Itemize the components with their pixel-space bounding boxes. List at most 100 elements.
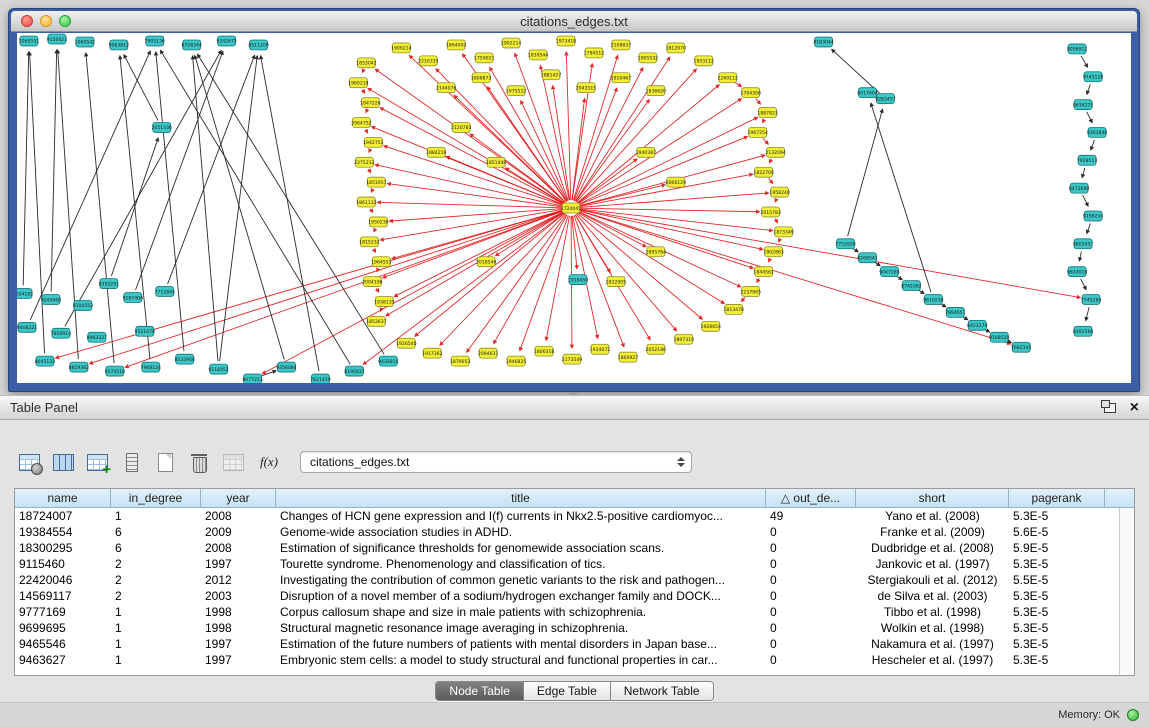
- graph-node[interactable]: 8268541: [857, 253, 878, 263]
- table-row[interactable]: 969969511998Structural magnetic resonanc…: [15, 620, 1134, 636]
- graph-node[interactable]: 9432815: [378, 356, 399, 366]
- graph-node[interactable]: 1897310: [674, 334, 695, 344]
- graph-node[interactable]: 1906214: [391, 43, 412, 53]
- graph-node[interactable]: 1873349: [773, 227, 794, 237]
- graph-node[interactable]: 1960218: [348, 78, 369, 88]
- network-canvas[interactable]: 1724041185304219602181847226206475219427…: [17, 33, 1131, 383]
- graph-node[interactable]: 1794308: [740, 88, 761, 98]
- float-panel-icon[interactable]: [1104, 403, 1116, 413]
- graph-node[interactable]: 9156234: [1083, 211, 1104, 221]
- tab-network-table[interactable]: Network Table: [610, 682, 713, 700]
- table-row[interactable]: 1938455462009Genome-wide association stu…: [15, 524, 1134, 540]
- graph-node[interactable]: 1910467: [611, 73, 632, 83]
- graph-node[interactable]: 2108837: [611, 40, 632, 50]
- graph-node[interactable]: 1832905: [606, 277, 627, 287]
- graph-node[interactable]: 2144076: [436, 83, 457, 93]
- graph-node[interactable]: 7712845: [155, 287, 176, 297]
- table-scrollbar[interactable]: [1119, 508, 1134, 675]
- column-header-2[interactable]: year: [201, 489, 276, 508]
- graph-node[interactable]: 9118452: [208, 364, 229, 374]
- graph-node[interactable]: 1884216: [426, 147, 447, 157]
- graph-node[interactable]: 1881427: [541, 70, 562, 80]
- column-header-1[interactable]: in_degree: [111, 489, 201, 508]
- graph-node[interactable]: 2094631: [478, 348, 499, 358]
- graph-node[interactable]: 1934072: [590, 344, 611, 354]
- graph-node[interactable]: 9342675: [216, 36, 237, 46]
- tab-edge-table[interactable]: Edge Table: [523, 682, 610, 700]
- graph-node[interactable]: 1967254: [747, 127, 768, 137]
- column-header-6[interactable]: pagerank: [1009, 489, 1105, 508]
- graph-node[interactable]: 9150423: [47, 34, 68, 44]
- graph-node[interactable]: 1759021: [474, 53, 495, 63]
- graph-node[interactable]: 2132094: [765, 147, 786, 157]
- graph-node[interactable]: 1853637: [366, 316, 387, 326]
- graph-node[interactable]: 2237905: [740, 287, 761, 297]
- column-header-0[interactable]: name: [15, 489, 111, 508]
- graph-node[interactable]: 8634275: [1073, 100, 1094, 110]
- graph-node[interactable]: 9063812: [109, 40, 130, 50]
- column-header-5[interactable]: short: [856, 489, 1009, 508]
- graph-node[interactable]: 1917362: [422, 348, 443, 358]
- graph-node[interactable]: 7850914: [51, 328, 72, 338]
- graph-node[interactable]: 9521678: [135, 326, 156, 336]
- graph-node[interactable]: 1844561: [753, 267, 774, 277]
- graph-node[interactable]: 1964553: [371, 257, 392, 267]
- graph-node[interactable]: 1060542: [75, 37, 96, 47]
- graph-node[interactable]: 1940387: [636, 147, 657, 157]
- table-row[interactable]: 1872400712008Changes of HCN gene express…: [15, 508, 1134, 524]
- table-row[interactable]: 1830029562008Estimation of significance …: [15, 540, 1134, 556]
- graph-node[interactable]: 8190637: [344, 366, 365, 376]
- graph-node[interactable]: 1879053: [450, 356, 471, 366]
- graph-node[interactable]: 8803457: [1073, 239, 1094, 249]
- graph-node[interactable]: 1806318: [534, 346, 555, 356]
- graph-node[interactable]: 9168520: [989, 332, 1010, 342]
- table-row[interactable]: 1456911722003Disruption of a novel membe…: [15, 588, 1134, 604]
- graph-node[interactable]: 8391566: [1073, 326, 1094, 336]
- table-row[interactable]: 2242004622012Investigating the contribut…: [15, 572, 1134, 588]
- table-row[interactable]: 977716911998Corpus callosum shape and si…: [15, 604, 1134, 620]
- graph-node[interactable]: 8472690: [1069, 183, 1090, 193]
- graph-node[interactable]: 7682345: [1011, 342, 1032, 352]
- close-panel-icon[interactable]: ×: [1130, 400, 1139, 416]
- graph-node[interactable]: 1926540: [396, 338, 417, 348]
- column-header-4[interactable]: △ out_de...: [766, 489, 856, 508]
- graph-node[interactable]: 1953112: [694, 56, 715, 66]
- graph-node[interactable]: 2052186: [646, 344, 667, 354]
- graph-node[interactable]: 8728344: [181, 40, 202, 50]
- graph-node[interactable]: 1928654: [701, 321, 722, 331]
- graph-node[interactable]: 9356084: [276, 362, 297, 372]
- delete-table-icon[interactable]: [184, 449, 214, 475]
- graph-node[interactable]: 8819362: [69, 362, 90, 372]
- graph-node[interactable]: 9301846: [1087, 127, 1108, 137]
- network-window-titlebar[interactable]: citations_edges.txt: [11, 11, 1137, 32]
- graph-node[interactable]: 2275212: [354, 157, 375, 167]
- function-builder-icon[interactable]: f(x): [252, 449, 286, 475]
- graph-node[interactable]: 8532906: [174, 354, 195, 364]
- graph-node[interactable]: 9283457: [875, 94, 896, 104]
- graph-node[interactable]: 8917604: [857, 88, 878, 98]
- graph-node[interactable]: 8104553: [73, 300, 94, 310]
- graph-node[interactable]: 9274510: [105, 366, 126, 376]
- graph-node[interactable]: 9047186: [879, 267, 900, 277]
- graph-node[interactable]: 2120783: [451, 122, 472, 132]
- graph-node[interactable]: 1950236: [368, 217, 389, 227]
- graph-node[interactable]: 1861132: [356, 197, 377, 207]
- graph-node[interactable]: 2260112: [718, 73, 739, 83]
- graph-node[interactable]: 7753920: [835, 239, 856, 249]
- graph-node[interactable]: 1975512: [506, 86, 527, 96]
- graph-node[interactable]: 2015783: [760, 207, 781, 217]
- graph-node[interactable]: 1918450: [568, 275, 589, 285]
- graph-node[interactable]: 9610238: [923, 295, 944, 305]
- graph-node[interactable]: 1836620: [646, 86, 667, 96]
- graph-node[interactable]: 1815232: [359, 237, 380, 247]
- import-table-icon[interactable]: [218, 449, 248, 475]
- graph-node[interactable]: 1784512: [584, 48, 605, 58]
- graph-node[interactable]: 2051336: [152, 122, 173, 132]
- create-column-icon[interactable]: [82, 449, 112, 475]
- new-table-icon[interactable]: [150, 449, 180, 475]
- graph-node[interactable]: 2043315: [576, 83, 597, 93]
- graph-node[interactable]: 1973418: [556, 36, 577, 46]
- graph-node[interactable]: 1851440: [486, 157, 507, 167]
- graph-node[interactable]: 2173549: [562, 354, 583, 364]
- graph-node[interactable]: 9745128: [1083, 72, 1104, 82]
